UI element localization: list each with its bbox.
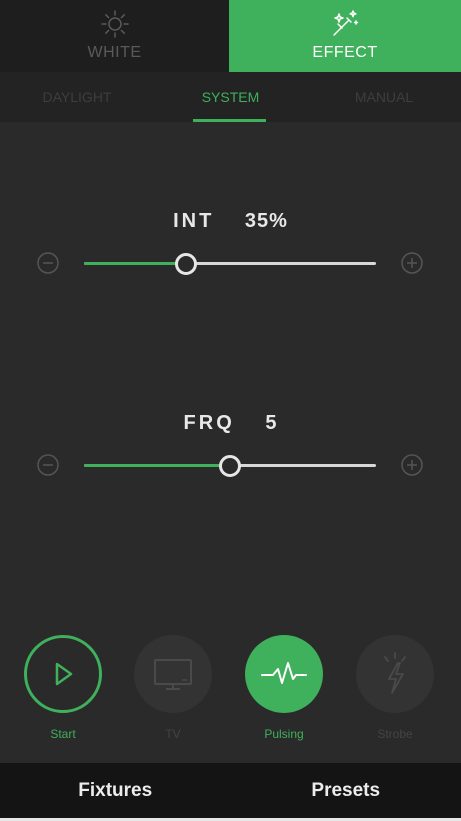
effect-start-button[interactable]: Start bbox=[23, 635, 103, 745]
lightning-icon bbox=[384, 652, 406, 694]
sun-icon bbox=[100, 10, 129, 38]
tv-circle bbox=[134, 635, 212, 713]
intensity-slider-fill bbox=[84, 262, 187, 265]
intensity-decrease-button[interactable] bbox=[37, 252, 59, 274]
tab-daylight[interactable]: DAYLIGHT bbox=[0, 72, 154, 122]
start-circle bbox=[24, 635, 102, 713]
frequency-decrease-button[interactable] bbox=[37, 454, 59, 476]
frequency-slider-thumb[interactable] bbox=[219, 455, 241, 477]
tab-white[interactable]: WHITE bbox=[0, 0, 229, 72]
bottom-nav: Fixtures Presets bbox=[0, 763, 461, 818]
magic-wand-icon bbox=[333, 10, 359, 36]
effect-tv-button[interactable]: TV bbox=[133, 635, 213, 745]
frequency-label: FRQ bbox=[183, 412, 235, 434]
frequency-title: FRQ 5 bbox=[0, 412, 461, 435]
effect-strobe-button[interactable]: Strobe bbox=[355, 635, 435, 745]
effect-strobe-label: Strobe bbox=[377, 727, 413, 741]
fixtures-button[interactable]: Fixtures bbox=[0, 763, 231, 818]
tv-icon bbox=[154, 659, 192, 690]
tab-effect[interactable]: EFFECT bbox=[229, 0, 461, 72]
play-icon bbox=[55, 662, 73, 686]
intensity-value: 35% bbox=[244, 210, 288, 232]
strobe-circle bbox=[356, 635, 434, 713]
intensity-slider-thumb[interactable] bbox=[175, 253, 198, 275]
frequency-value: 5 bbox=[265, 412, 278, 434]
effect-pulsing-button[interactable]: Pulsing bbox=[244, 635, 324, 745]
mode-tab-bar: WHITE EFFECT bbox=[0, 0, 461, 72]
pulse-icon bbox=[261, 662, 307, 684]
intensity-label: INT bbox=[173, 210, 215, 232]
effect-buttons: Start TV Pulsing Strobe bbox=[0, 630, 461, 760]
tab-manual[interactable]: MANUAL bbox=[307, 72, 461, 122]
frequency-slider-fill bbox=[84, 464, 230, 467]
tab-effect-label: EFFECT bbox=[312, 44, 378, 61]
intensity-increase-button[interactable] bbox=[401, 252, 423, 274]
intensity-title: INT 35% bbox=[0, 210, 461, 233]
tab-white-label: WHITE bbox=[87, 44, 142, 61]
effect-tv-label: TV bbox=[165, 727, 181, 741]
pulsing-circle bbox=[245, 635, 323, 713]
sub-tab-bar: DAYLIGHT SYSTEM MANUAL bbox=[0, 72, 461, 122]
effect-start-label: Start bbox=[50, 727, 76, 741]
tab-system[interactable]: SYSTEM bbox=[154, 72, 307, 122]
presets-button[interactable]: Presets bbox=[231, 763, 461, 818]
intensity-slider-track[interactable] bbox=[84, 262, 376, 265]
frequency-increase-button[interactable] bbox=[401, 454, 423, 476]
effect-pulsing-label: Pulsing bbox=[264, 727, 304, 741]
